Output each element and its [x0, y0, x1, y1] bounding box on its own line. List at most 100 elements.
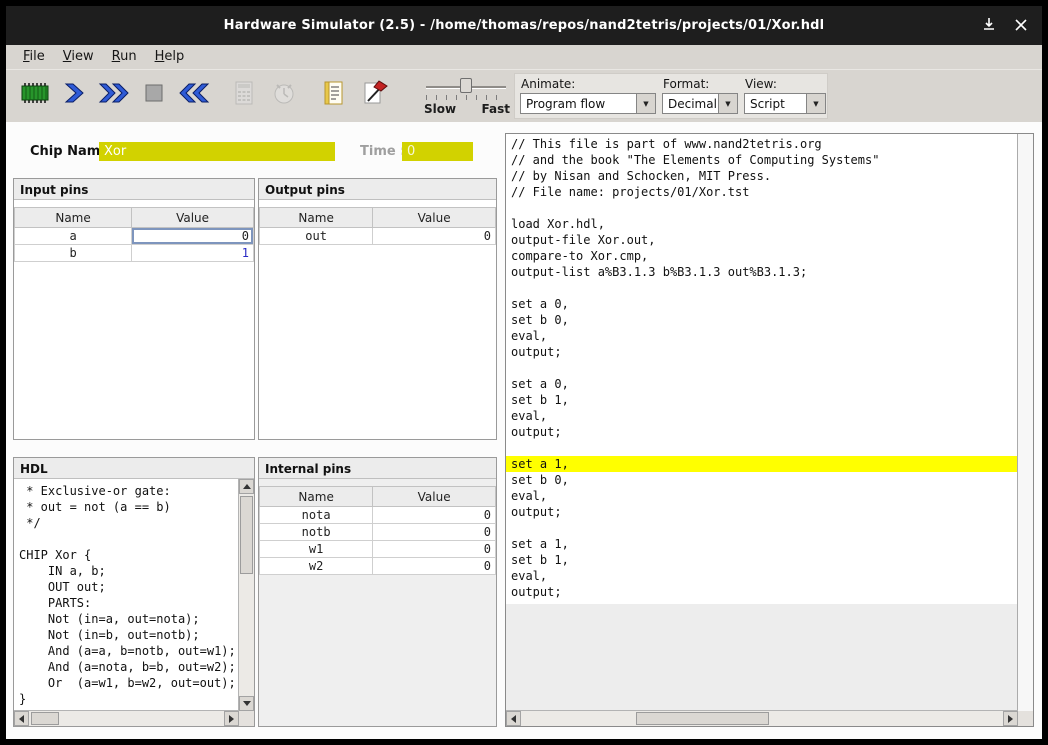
pin-value[interactable]: 0 [132, 228, 254, 245]
column-header-name: Name [260, 208, 373, 228]
format-label: Format: [662, 76, 738, 93]
animate-select[interactable]: Program flow ▼ [520, 93, 656, 114]
script-line [506, 360, 1018, 376]
horizontal-scroll-thumb[interactable] [636, 712, 769, 725]
script-line [506, 280, 1018, 296]
speed-slider[interactable]: Slow Fast [424, 75, 510, 119]
script-line: set b 0, [506, 472, 1018, 488]
pin-row[interactable]: notb 0 [260, 524, 496, 541]
view-select[interactable]: Script ▼ [744, 93, 826, 114]
column-header-value: Value [132, 208, 254, 228]
horizontal-scroll-thumb[interactable] [31, 712, 59, 725]
script-line: set a 0, [506, 296, 1018, 312]
time-field: 0 [402, 142, 473, 161]
view-selected-value: Script [745, 94, 806, 113]
pin-row[interactable]: nota 0 [260, 507, 496, 524]
close-button[interactable] [1006, 6, 1036, 45]
load-script-button[interactable] [314, 73, 354, 117]
animate-label: Animate: [520, 76, 656, 93]
internal-pins-title: Internal pins [259, 458, 496, 479]
script-vertical-scrollbar[interactable] [1017, 134, 1033, 711]
scroll-right-button[interactable] [224, 711, 239, 726]
chevron-down-icon[interactable]: ▼ [718, 94, 737, 113]
single-step-button[interactable] [54, 73, 94, 117]
view-label: View: [744, 76, 826, 93]
run-icon [97, 79, 131, 111]
script-document-icon [320, 79, 348, 111]
scroll-right-button[interactable] [1003, 711, 1018, 726]
pin-name: notb [260, 524, 373, 541]
clock-icon [270, 79, 298, 111]
hdl-vertical-scrollbar[interactable] [238, 479, 254, 711]
stop-icon [140, 79, 168, 111]
pin-row[interactable]: out 0 [260, 228, 496, 245]
scroll-left-button[interactable] [14, 711, 29, 726]
script-line: load Xor.hdl, [506, 216, 1018, 232]
menu-item[interactable]: View [54, 45, 103, 69]
pin-value[interactable]: 0 [373, 228, 496, 245]
calculator-icon [230, 79, 258, 111]
pin-value[interactable]: 0 [373, 507, 496, 524]
hdl-line: Or (a=w1, b=w2, out=out); [19, 675, 239, 691]
triangle-up-icon [243, 484, 251, 489]
hardware-simulator-window: Hardware Simulator (2.5) - /home/thomas/… [0, 0, 1048, 745]
hdl-body: * Exclusive-or gate: * out = not (a == b… [14, 479, 254, 726]
pin-value[interactable]: 0 [373, 541, 496, 558]
pin-value[interactable]: 0 [373, 524, 496, 541]
minimize-button[interactable] [974, 6, 1004, 45]
hdl-line: */ [19, 515, 239, 531]
triangle-right-icon [1008, 715, 1013, 723]
chip-icon [17, 79, 51, 111]
stop-button[interactable] [134, 73, 174, 117]
pin-name: w1 [260, 541, 373, 558]
column-header-name: Name [260, 487, 373, 507]
hdl-line: Not (in=a, out=nota); [19, 611, 239, 627]
chevron-down-icon[interactable]: ▼ [636, 94, 655, 113]
pin-name: a [15, 228, 132, 245]
script-line: output-file Xor.out, [506, 232, 1018, 248]
script-line: // File name: projects/01/Xor.tst [506, 184, 1018, 200]
script-content: // This file is part of www.nand2tetris.… [506, 134, 1018, 604]
pin-row[interactable]: b 1 [15, 245, 254, 262]
run-button[interactable] [94, 73, 134, 117]
scroll-up-button[interactable] [239, 479, 254, 494]
hdl-title: HDL [14, 458, 254, 479]
format-selected-value: Decimal [663, 94, 718, 113]
reset-button[interactable] [174, 73, 214, 117]
load-chip-button[interactable] [14, 73, 54, 117]
script-line: eval, [506, 408, 1018, 424]
output-pins-panel: Output pins Name Value out 0 [258, 178, 497, 440]
slider-thumb[interactable] [460, 78, 472, 93]
hdl-line: IN a, b; [19, 563, 239, 579]
scroll-left-button[interactable] [506, 711, 521, 726]
vertical-scroll-thumb[interactable] [240, 496, 253, 574]
breakpoints-button[interactable] [354, 73, 394, 117]
single-step-icon [59, 79, 89, 111]
input-pins-title: Input pins [14, 179, 254, 200]
hdl-horizontal-scrollbar[interactable] [14, 710, 239, 726]
script-line: output-list a%B3.1.3 b%B3.1.3 out%B3.1.3… [506, 264, 1018, 280]
script-line: output; [506, 504, 1018, 520]
menu-item[interactable]: Run [103, 45, 146, 69]
pin-row[interactable]: a 0 [15, 228, 254, 245]
clock-button [264, 73, 304, 117]
format-select[interactable]: Decimal ▼ [662, 93, 738, 114]
menu-item[interactable]: File [14, 45, 54, 69]
toolbar-buttons [14, 73, 394, 117]
script-line: // and the book "The Elements of Computi… [506, 152, 1018, 168]
hdl-line: And (a=a, b=notb, out=w1); [19, 643, 239, 659]
chevron-down-icon[interactable]: ▼ [806, 94, 825, 113]
script-line: set a 1, [506, 456, 1018, 472]
scroll-down-button[interactable] [239, 696, 254, 711]
hdl-line: And (a=nota, b=b, out=w2); [19, 659, 239, 675]
window-title: Hardware Simulator (2.5) - /home/thomas/… [224, 18, 825, 33]
hdl-line: CHIP Xor { [19, 547, 239, 563]
script-line: set b 1, [506, 552, 1018, 568]
pin-value[interactable]: 0 [373, 558, 496, 575]
menu-item[interactable]: Help [146, 45, 194, 69]
pin-value[interactable]: 1 [132, 245, 254, 262]
pin-row[interactable]: w2 0 [260, 558, 496, 575]
script-horizontal-scrollbar[interactable] [506, 710, 1018, 726]
pin-row[interactable]: w1 0 [260, 541, 496, 558]
hdl-line [19, 531, 239, 547]
